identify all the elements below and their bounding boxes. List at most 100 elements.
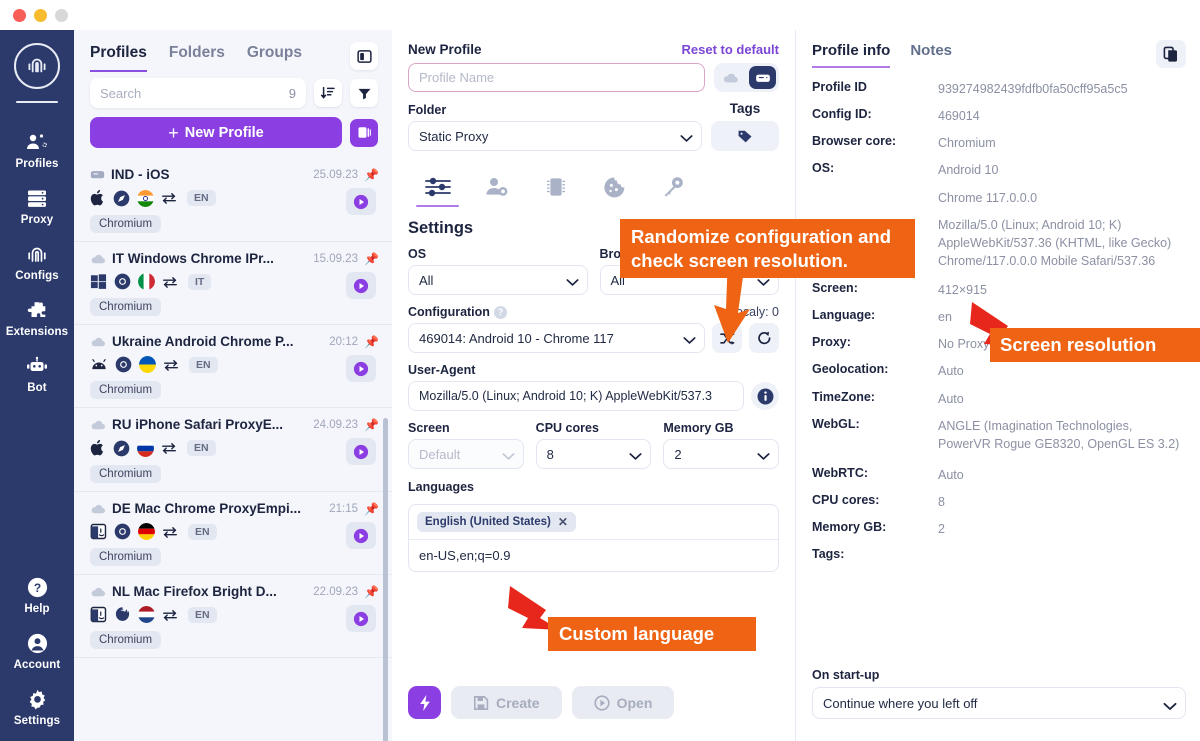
cpu-cores-select[interactable]: 8	[535, 439, 652, 469]
sidebar-item-settings[interactable]: Settings	[0, 678, 74, 741]
filter-button[interactable]	[350, 79, 378, 107]
new-profile-button[interactable]: + New Profile	[90, 117, 342, 148]
window-close-button[interactable]	[13, 8, 26, 22]
tab-groups[interactable]: Groups	[247, 44, 302, 70]
folder-select[interactable]: Static Proxy	[408, 121, 702, 151]
profile-language-tag: EN	[189, 356, 218, 373]
startup-select[interactable]: Continue where you left off	[812, 687, 1186, 719]
pin-icon[interactable]: 📌	[364, 168, 379, 182]
tab-notes[interactable]: Notes	[910, 42, 952, 66]
profiles-list-scrollbar[interactable]	[383, 418, 388, 741]
tags-field: Tags	[711, 101, 779, 151]
profile-start-button[interactable]	[346, 522, 376, 549]
server-icon	[90, 171, 105, 179]
profile-date: 24.09.23	[313, 418, 358, 431]
play-circle-icon	[353, 611, 369, 626]
quick-create-button[interactable]	[408, 686, 441, 719]
tab-user-settings[interactable]	[467, 167, 526, 207]
profile-start-button[interactable]	[346, 188, 376, 215]
proxy-swap-icon	[163, 276, 177, 288]
flag-icon-de	[138, 523, 155, 540]
pin-icon[interactable]: 📌	[364, 418, 379, 432]
window-maximize-button[interactable]	[55, 8, 68, 22]
tags-button[interactable]	[711, 121, 779, 151]
sidebar-divider	[16, 101, 58, 103]
tab-hardware-settings[interactable]	[526, 167, 585, 207]
tab-folders[interactable]: Folders	[169, 44, 225, 70]
os-select[interactable]: All	[408, 265, 588, 295]
info-value: 939274982439fdfb0fa50cff95a5c5	[938, 82, 1128, 96]
form-title: New Profile	[408, 42, 482, 57]
mac-finder-icon	[90, 606, 107, 623]
user-agent-row: Mozilla/5.0 (Linux; Android 10; K) Apple…	[408, 381, 779, 411]
sliders-icon	[424, 177, 451, 197]
list-item[interactable]: RU iPhone Safari ProxyE... 24.09.23 📌 EN…	[74, 408, 392, 492]
startup-label: On start-up	[812, 668, 880, 682]
panel-layout-purple-button[interactable]	[350, 118, 378, 147]
list-item[interactable]: DE Mac Chrome ProxyEmpi... 21:15 📌 EN Ch…	[74, 492, 392, 575]
profiles-list[interactable]: IND - iOS 25.09.23 📌 EN Chromium IT Wind…	[74, 158, 392, 741]
user-agent-input[interactable]: Mozilla/5.0 (Linux; Android 10; K) Apple…	[408, 381, 744, 411]
open-button[interactable]: Open	[571, 686, 675, 719]
language-chip-label: English (United States)	[425, 516, 551, 528]
sidebar-item-label: Settings	[13, 715, 61, 727]
profile-start-button[interactable]	[346, 355, 376, 382]
language-chip[interactable]: English (United States) ✕	[417, 512, 576, 532]
profile-start-button[interactable]	[346, 272, 376, 299]
save-icon	[474, 695, 489, 710]
profile-start-button[interactable]	[346, 438, 376, 465]
memory-label: Memory GB	[663, 421, 734, 435]
search-input[interactable]	[100, 85, 283, 101]
tab-profile-info[interactable]: Profile info	[812, 42, 891, 68]
help-icon[interactable]: ?	[493, 305, 507, 319]
sidebar-item-account[interactable]: Account	[0, 622, 74, 678]
list-item[interactable]: Ukraine Android Chrome P... 20:12 📌 EN C…	[74, 325, 392, 408]
memory-select[interactable]: 2	[663, 439, 780, 469]
window-minimize-button[interactable]	[34, 8, 47, 22]
local-storage-toggle[interactable]	[749, 66, 776, 89]
proxy-swap-icon	[162, 193, 176, 204]
tab-cookies-settings[interactable]	[585, 167, 644, 207]
list-item[interactable]: NL Mac Firefox Bright D... 22.09.23 📌 EN…	[74, 575, 392, 658]
proxy-swap-icon	[164, 359, 178, 371]
sidebar-item-proxy[interactable]: Proxy	[0, 177, 74, 233]
sidebar-item-extensions[interactable]: Extensions	[0, 289, 74, 345]
play-circle-icon	[353, 278, 369, 293]
search-box[interactable]: 9	[90, 78, 306, 108]
pin-icon[interactable]: 📌	[364, 502, 379, 516]
info-tabs: Profile info Notes	[812, 40, 1186, 68]
profile-start-button[interactable]	[346, 605, 376, 632]
screen-select[interactable]: Default	[408, 439, 524, 469]
tab-general-settings[interactable]	[408, 167, 467, 207]
cloud-icon	[723, 73, 738, 83]
sidebar-item-help[interactable]: ? Help	[0, 566, 74, 622]
pin-icon[interactable]: 📌	[364, 335, 379, 349]
fingerprint-icon	[25, 242, 49, 266]
robot-icon	[25, 354, 49, 378]
profile-info-panel: Profile info Notes Profile ID 93927498243…	[795, 30, 1200, 741]
reset-to-default-link[interactable]: Reset to default	[681, 42, 779, 57]
panel-layout-toggle-button[interactable]	[350, 42, 378, 70]
copy-info-button[interactable]	[1156, 40, 1186, 68]
sidebar-item-label: Bot	[27, 382, 47, 394]
tab-profiles[interactable]: Profiles	[90, 44, 147, 72]
create-button[interactable]: Create	[451, 686, 562, 719]
cloud-storage-toggle[interactable]	[717, 66, 744, 89]
sidebar-item-bot[interactable]: Bot	[0, 345, 74, 401]
info-row: Profile ID 939274982439fdfb0fa50cff95a5c5	[812, 80, 1186, 98]
custom-language-input[interactable]: en-US,en;q=0.9	[409, 540, 778, 571]
close-icon[interactable]: ✕	[558, 515, 568, 529]
tab-keys-settings[interactable]	[644, 167, 703, 207]
user-agent-info-button[interactable]	[751, 382, 779, 410]
pin-icon[interactable]: 📌	[364, 252, 379, 266]
profile-name-input[interactable]	[408, 63, 705, 92]
sidebar-item-configs[interactable]: Configs	[0, 233, 74, 289]
list-item[interactable]: IND - iOS 25.09.23 📌 EN Chromium	[74, 158, 392, 242]
language-chips: English (United States) ✕	[409, 505, 778, 540]
sidebar-item-profiles[interactable]: Profiles	[0, 121, 74, 177]
pin-icon[interactable]: 📌	[364, 585, 379, 599]
list-item[interactable]: IT Windows Chrome IPr... 15.09.23 📌 IT C…	[74, 242, 392, 325]
profile-name: DE Mac Chrome ProxyEmpi...	[112, 501, 302, 516]
configuration-select[interactable]: 469014: Android 10 - Chrome 117	[408, 323, 705, 353]
sort-button[interactable]	[314, 79, 342, 107]
